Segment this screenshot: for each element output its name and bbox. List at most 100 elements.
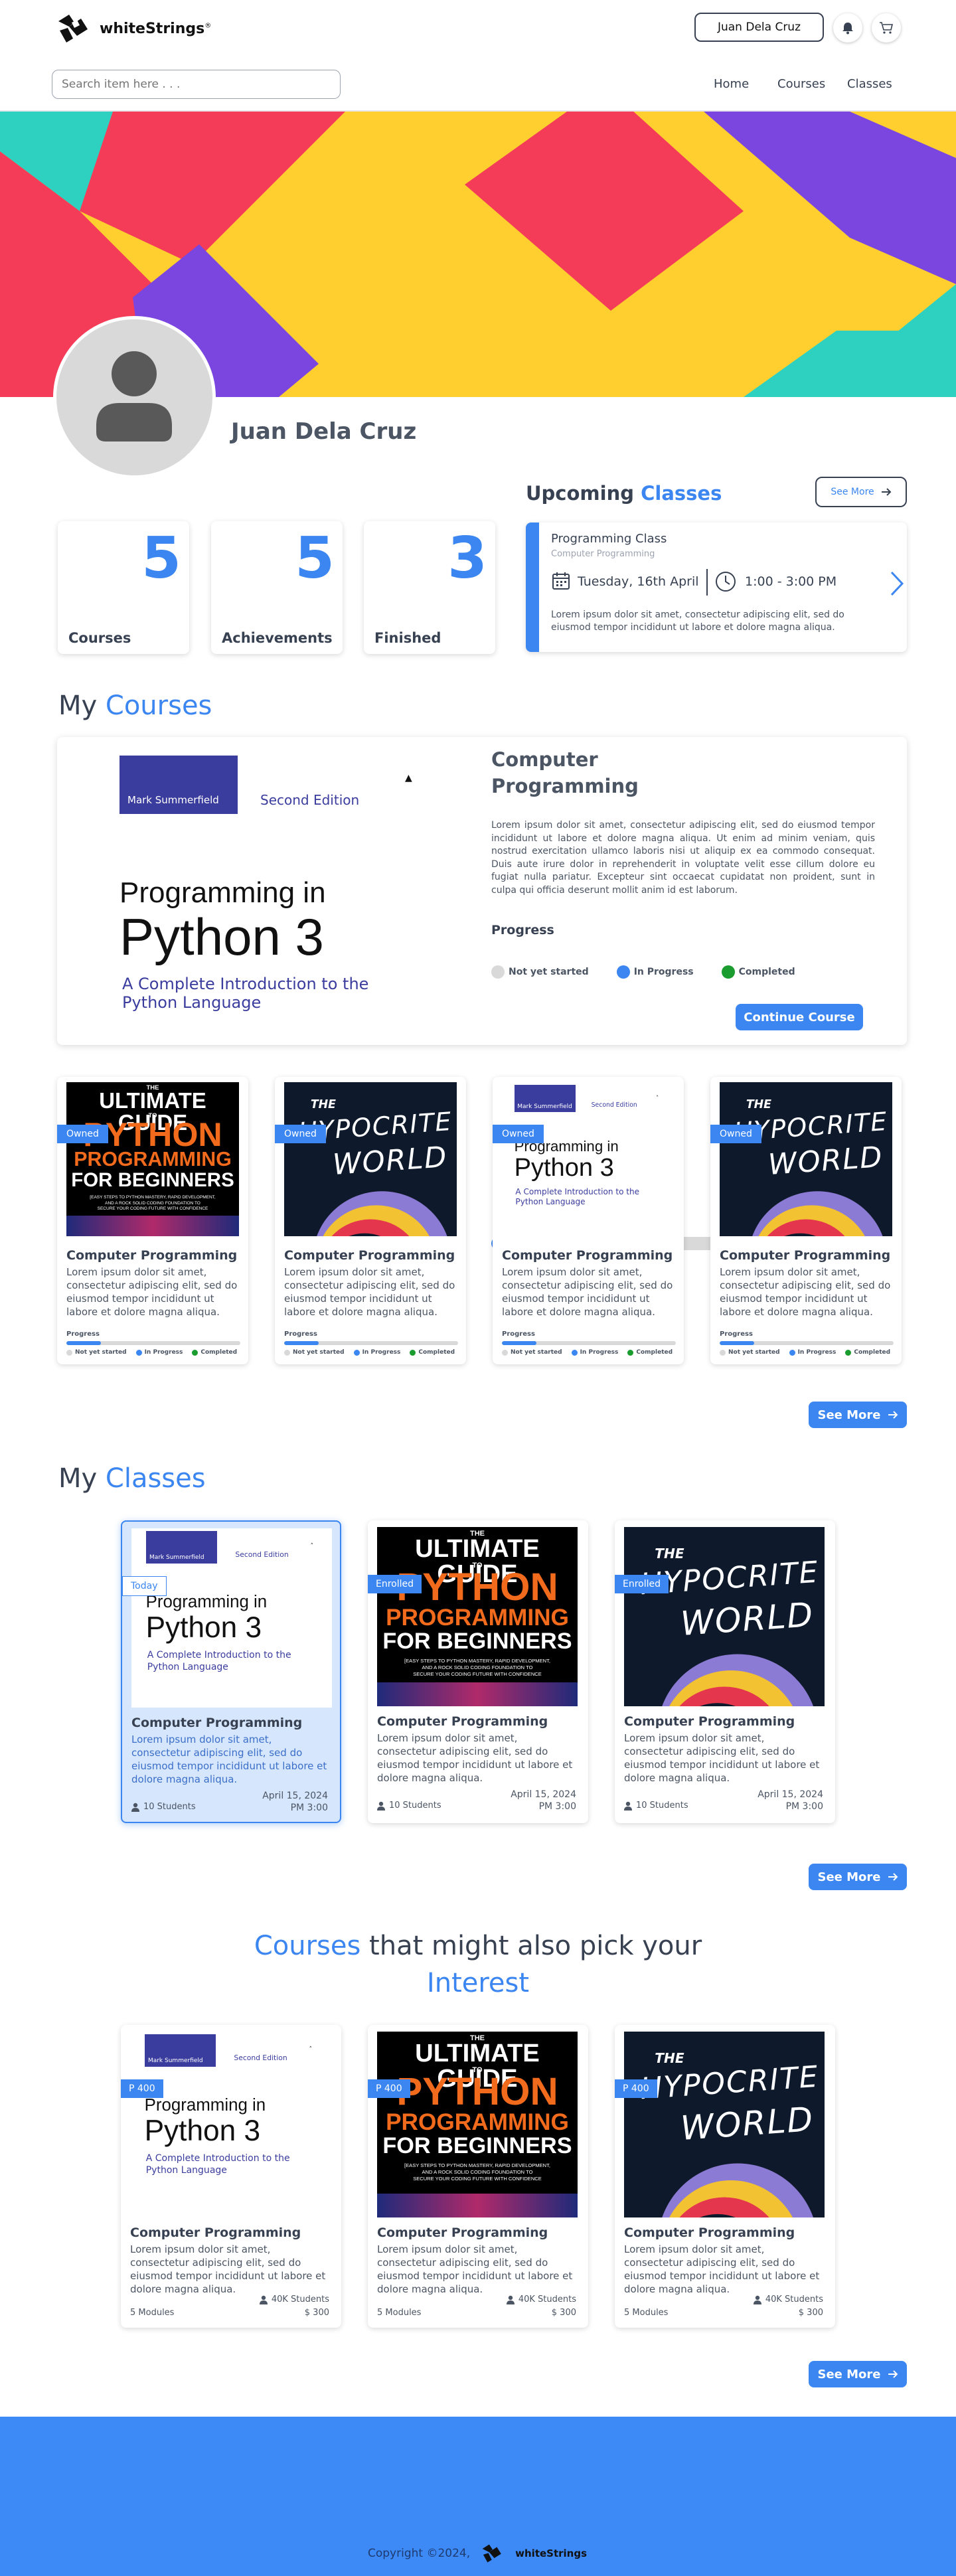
legend-dot-in-progress — [616, 965, 630, 979]
profile-name: Juan Dela Cruz — [231, 418, 417, 445]
cover-line1: Programming in — [120, 876, 326, 909]
legend-dot-not-started — [284, 1349, 290, 1356]
course-card[interactable]: THE HYPOCRITE WORLD Owned Computer Progr… — [275, 1077, 466, 1364]
course-title: Computer Programming — [720, 1248, 891, 1263]
course-modules: 5 Modules — [130, 2308, 175, 2318]
progress-fill — [66, 1341, 102, 1345]
brand-name: whiteStrings® — [100, 20, 212, 37]
legend-dot-in-progress — [789, 1349, 795, 1356]
course-card[interactable]: THE ULTIMATE GUIDE TO PYTHON PROGRAMMING… — [57, 1077, 248, 1364]
class-students: 10 Students — [624, 1801, 688, 1811]
recommended-course-card[interactable]: THE ULTIMATE GUIDE TO PYTHON PROGRAMMING… — [368, 2025, 588, 2328]
course-title: Computer Programming — [502, 1248, 673, 1263]
course-modules: 5 Modules — [624, 2308, 669, 2318]
class-students: 10 Students — [377, 1801, 441, 1811]
course-card[interactable]: THE HYPOCRITE WORLD Owned Computer Progr… — [710, 1077, 902, 1364]
upcoming-class-card[interactable]: Programming Class Computer Programming T… — [526, 523, 907, 652]
class-time: 1:00 - 3:00 PM — [745, 574, 837, 589]
upcoming-classes-title: Upcoming Classes — [526, 482, 722, 505]
cover-subtitle3: SECURE YOUR CODING FUTURE WITH CONFIDENC… — [413, 2176, 542, 2182]
cover-title-line3: PROGRAMMING — [386, 1604, 569, 1631]
stat-card-courses[interactable]: 5 Courses — [58, 521, 189, 654]
cover-subtitle3: SECURE YOUR CODING FUTURE WITH CONFIDENC… — [413, 1671, 542, 1678]
class-time: PM 3:00 — [538, 1801, 576, 1812]
user-icon — [131, 1803, 139, 1812]
notifications-button[interactable] — [833, 13, 862, 42]
course-title: Computer Programming — [377, 2225, 548, 2240]
cover-arcs — [752, 1191, 883, 1236]
user-menu-button[interactable]: Juan Dela Cruz — [694, 13, 824, 42]
course-price: $ 300 — [551, 2308, 576, 2318]
cover-line2: Python 3 — [144, 2115, 261, 2148]
search-input[interactable] — [52, 70, 341, 99]
students-count: 10 Students — [636, 1801, 688, 1811]
legend-label: Not yet started — [75, 1349, 127, 1356]
cover-arcs — [317, 1191, 447, 1236]
cover-line4: Python Language — [147, 1661, 228, 1672]
students-count: 10 Students — [143, 1802, 196, 1812]
cover-edition: Second Edition — [591, 1101, 637, 1109]
class-title: Computer Programming — [131, 1716, 303, 1730]
stat-card-achievements[interactable]: 5 Achievements — [211, 521, 343, 654]
classes-see-more-button[interactable]: See More — [809, 1864, 907, 1890]
course-description: Lorem ipsum dolor sit amet, consectetur … — [720, 1266, 891, 1318]
cover-author: Mark Summerfield — [145, 1531, 218, 1564]
brand-logo[interactable]: whiteStrings® — [54, 12, 211, 45]
nav-courses[interactable]: Courses — [777, 77, 825, 91]
featured-course-card[interactable]: Mark Summerfield Second Edition ▲ Progra… — [57, 737, 907, 1250]
course-progress-bar — [502, 1341, 676, 1345]
class-card[interactable]: THE ULTIMATE GUIDE TO PYTHON PROGRAMMING… — [368, 1520, 588, 1823]
nav-classes[interactable]: Classes — [847, 77, 892, 91]
chevron-right-icon[interactable] — [890, 570, 904, 597]
class-card[interactable]: THE HYPOCRITE WORLD Enrolled Computer Pr… — [615, 1520, 835, 1823]
interest-see-more-button[interactable]: See More — [809, 2361, 907, 2387]
footer: Copyright ©2024, whiteStrings — [0, 2417, 956, 2576]
enrolled-badge: Enrolled — [368, 1575, 422, 1593]
arrow-right-icon — [888, 2370, 898, 2378]
recommended-course-card[interactable]: THE HYPOCRITE WORLD P 400 Computer Progr… — [615, 2025, 835, 2328]
cover-line3: A Complete Introduction to the — [515, 1186, 640, 1196]
publisher-mark-icon: ▲ — [405, 773, 412, 783]
cover-subtitle1: [EASY STEPS TO PYTHON MASTERY, RAPID DEV… — [404, 1658, 550, 1664]
upcoming-see-more-button[interactable]: See More — [815, 477, 907, 507]
courses-see-more-button[interactable]: See More — [809, 1402, 907, 1428]
cover-edition: Second Edition — [260, 792, 360, 808]
class-card[interactable]: Mark Summerfield Second Edition ˄ Progra… — [121, 1520, 341, 1823]
cover-glow — [66, 1215, 239, 1236]
stat-card-finished[interactable]: 3 Finished — [364, 521, 495, 654]
profile-avatar[interactable] — [53, 316, 216, 479]
course-description: Lorem ipsum dolor sit amet, consectetur … — [130, 2243, 326, 2295]
cover-subtitle2: AND A ROCK SOLID CODING FOUNDATION TO — [105, 1200, 200, 1206]
course-description: Lorem ipsum dolor sit amet, consectetur … — [284, 1266, 455, 1318]
cart-button[interactable] — [872, 13, 901, 42]
arrow-right-icon — [888, 1411, 898, 1419]
python-book-cover: Mark Summerfield Second Edition ▲ Progra… — [77, 744, 449, 1036]
legend-dot-in-progress — [353, 1349, 360, 1356]
legend-dot-not-started — [720, 1349, 726, 1356]
course-students: 40K Students — [753, 2294, 823, 2304]
course-card[interactable]: Mark Summerfield Second Edition ˄ Progra… — [493, 1077, 684, 1364]
course-price: $ 300 — [798, 2308, 823, 2318]
cover-the: THE — [655, 2050, 684, 2067]
footer-brand[interactable]: whiteStrings — [515, 2547, 587, 2559]
stat-value: 5 — [141, 525, 181, 592]
course-modules: 5 Modules — [377, 2308, 422, 2318]
cover-author: Mark Summerfield — [144, 2034, 216, 2067]
cover-glow — [377, 2193, 578, 2217]
user-icon — [377, 1801, 385, 1811]
featured-course-title: Computer Programming — [491, 748, 639, 797]
course-cover: Mark Summerfield Second Edition ˄ Progra… — [502, 1082, 675, 1236]
progress-legend: Not yet started In Progress Completed — [502, 1349, 673, 1356]
class-description: Lorem ipsum dolor sit amet, consectetur … — [131, 1733, 327, 1785]
class-subtitle: Computer Programming — [551, 549, 655, 559]
class-date: April 15, 2024 — [511, 1789, 576, 1800]
cover-glow — [377, 1682, 578, 1706]
stat-value: 3 — [447, 525, 487, 592]
cover-line4: Python Language — [145, 2164, 227, 2176]
recommended-course-card[interactable]: Mark Summerfield Second Edition ˄ Progra… — [121, 2025, 341, 2328]
course-students: 40K Students — [506, 2294, 576, 2304]
class-title: Programming Class — [551, 532, 667, 546]
nav-home[interactable]: Home — [714, 77, 749, 91]
featured-course-description: Lorem ipsum dolor sit amet, consectetur … — [491, 820, 875, 896]
continue-course-button[interactable]: Continue Course — [736, 1004, 863, 1030]
